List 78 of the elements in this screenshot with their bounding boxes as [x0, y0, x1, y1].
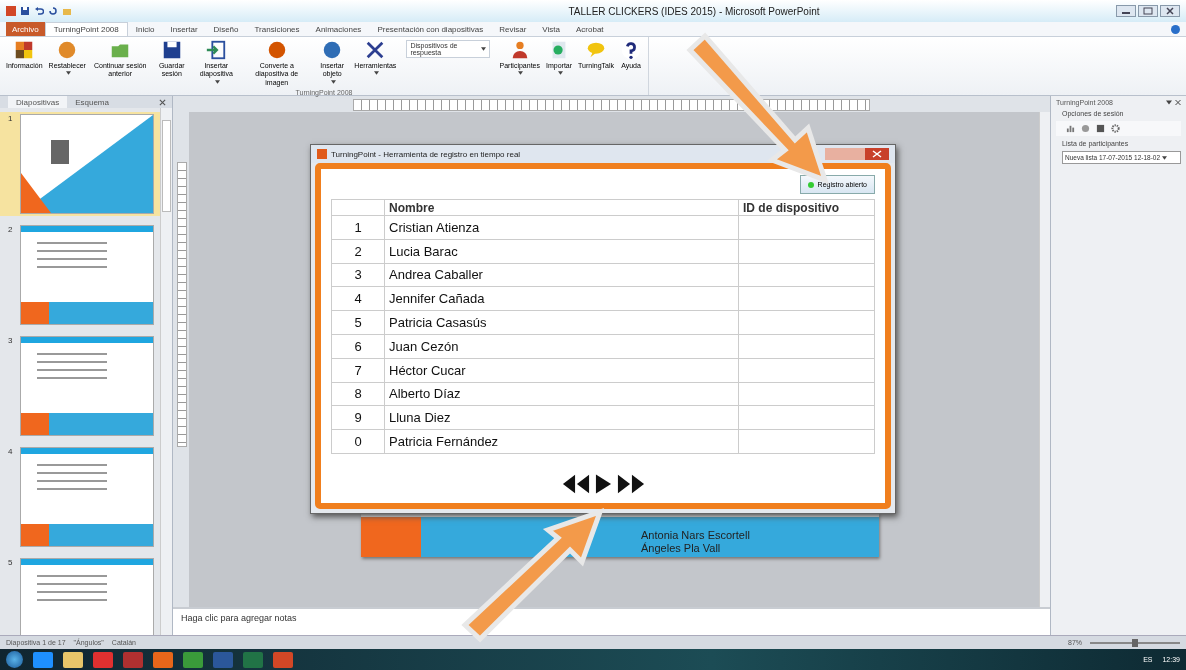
taskbar-app-icon[interactable]: [183, 651, 203, 668]
app-icon: [317, 149, 327, 159]
column-header: ID de dispositivo: [738, 199, 875, 216]
ribbon-tab[interactable]: Diseño: [205, 22, 247, 36]
ribbon-tab[interactable]: Insertar: [162, 22, 206, 36]
key-cell: 2: [331, 239, 385, 264]
name-cell: Jennifer Cañada: [384, 286, 739, 311]
pane-tab[interactable]: Diapositivas: [8, 96, 68, 108]
name-cell: Juan Cezón: [384, 334, 739, 359]
dialog-title: TurningPoint - Herramienta de registro en tiempo real: [331, 149, 521, 159]
slide-thumbnail[interactable]: [20, 225, 154, 325]
taskbar-app-icon[interactable]: [153, 651, 173, 668]
close-icon[interactable]: [159, 98, 166, 106]
slide-text: Antonia Nars Escortell: [641, 528, 750, 542]
chart-icon[interactable]: [1066, 124, 1075, 133]
key-cell: 6: [331, 334, 385, 359]
pane-tab[interactable]: Esquema: [67, 96, 117, 108]
key-cell: 4: [331, 286, 385, 311]
ribbon-tab[interactable]: Transiciones: [246, 22, 308, 36]
square-icon[interactable]: [1096, 124, 1105, 133]
redo-icon[interactable]: [48, 6, 58, 16]
fast-forward-icon[interactable]: [616, 473, 645, 495]
ribbon-tab[interactable]: Acrobat: [568, 22, 612, 36]
caret-icon: [1162, 156, 1168, 160]
zoom-slider[interactable]: [1090, 641, 1180, 644]
gear-icon[interactable]: [1111, 124, 1120, 133]
key-cell: 3: [331, 263, 385, 287]
slide-thumbnail[interactable]: [20, 336, 154, 436]
name-cell: Alberto Díaz: [384, 382, 739, 406]
window-buttons-icon[interactable]: [825, 148, 889, 160]
ribbon-tab[interactable]: TurningPoint 2008: [44, 22, 128, 36]
slider-thumb[interactable]: [1132, 638, 1138, 647]
slide-thumbnail[interactable]: [20, 558, 154, 635]
column-header: Nombre: [384, 199, 739, 216]
caret-icon: [480, 47, 486, 51]
key-cell: 1: [331, 215, 385, 240]
key-cell: 0: [331, 429, 385, 454]
slide-thumbnail[interactable]: [20, 447, 154, 547]
start-button[interactable]: [6, 651, 23, 668]
window-title: TALLER CLICKERS (IDES 2015) - Microsoft PowerPoint: [567, 5, 821, 17]
file-tab[interactable]: Archivo: [6, 22, 45, 36]
key-cell: 8: [331, 382, 385, 406]
circle-icon[interactable]: [1081, 124, 1090, 133]
ribbon-tab[interactable]: Presentación con diapositivas: [369, 22, 492, 36]
key-cell: 7: [331, 358, 385, 383]
minimize-button[interactable]: [1116, 5, 1136, 17]
save-icon[interactable]: [20, 6, 30, 16]
slide-number: 4: [8, 447, 14, 458]
close-icon[interactable]: [1175, 100, 1181, 105]
slide-number: 3: [8, 336, 14, 347]
caret-icon[interactable]: [1166, 100, 1172, 105]
ribbon-tab[interactable]: Inicio: [127, 22, 163, 36]
slide-number: 2: [8, 225, 14, 236]
ribbon-tab[interactable]: Revisar: [491, 22, 535, 36]
play-icon[interactable]: [594, 473, 612, 495]
powerpoint-icon: [6, 6, 16, 16]
name-cell: Patricia Casasús: [384, 310, 739, 335]
key-cell: 5: [331, 310, 385, 335]
scrollbar[interactable]: [160, 108, 172, 635]
ribbon-tab[interactable]: Vista: [534, 22, 568, 36]
taskbar-app-icon[interactable]: [63, 651, 83, 668]
undo-icon[interactable]: [34, 6, 44, 16]
ribbon-tab[interactable]: Animaciones: [307, 22, 370, 36]
name-cell: Lluna Diez: [384, 405, 739, 430]
name-cell: Lucia Barac: [384, 239, 739, 264]
key-cell: 9: [331, 405, 385, 430]
taskbar-app-icon[interactable]: [33, 651, 53, 668]
name-cell: Andrea Caballer: [384, 263, 739, 287]
slide-number: 1: [8, 114, 14, 125]
notes-field[interactable]: Haga clic para agregar notas: [173, 607, 1050, 635]
slide-text: Ángeles Pla Vall: [641, 541, 722, 555]
rewind-icon[interactable]: [561, 473, 590, 495]
close-button[interactable]: [1160, 5, 1180, 17]
slide-number: 5: [8, 558, 14, 569]
name-cell: Cristian Atienza: [384, 215, 739, 240]
name-cell: Patricia Fernández: [384, 429, 739, 454]
name-cell: Héctor Cucar: [384, 358, 739, 383]
scrollbar[interactable]: [1039, 112, 1050, 607]
